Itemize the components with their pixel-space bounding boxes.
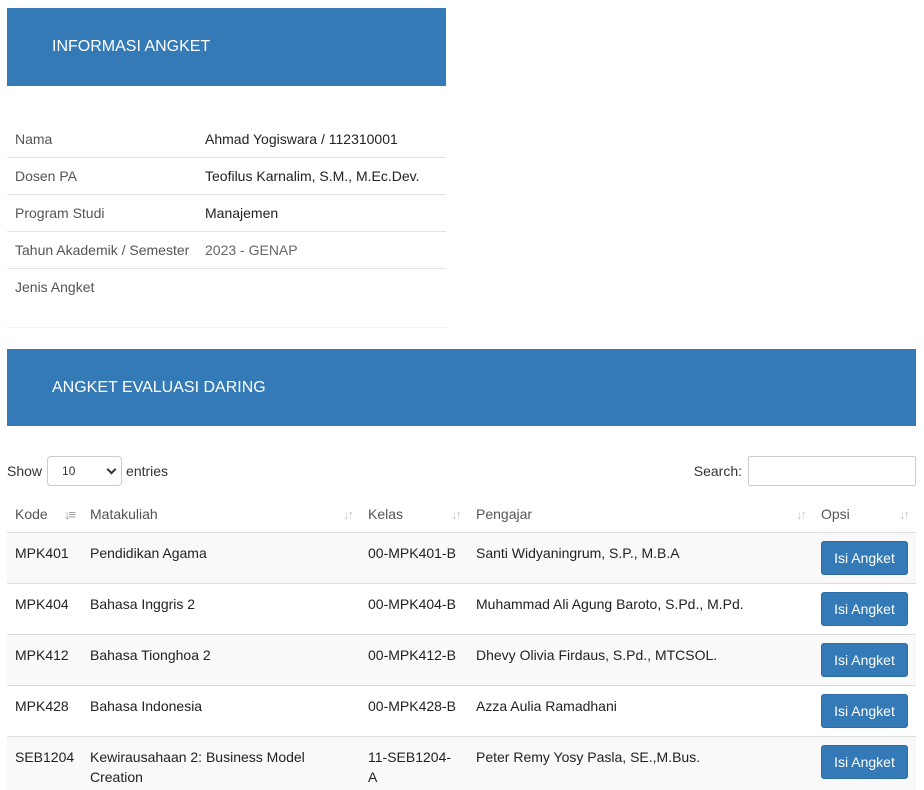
chevron-down-icon xyxy=(106,464,117,474)
table-row: MPK412 Bahasa Tionghoa 2 00-MPK412-B Dhe… xyxy=(7,635,916,686)
sort-arrows-icon: ↓↑ xyxy=(451,507,462,522)
search-label: Search: xyxy=(693,463,742,479)
info-panel-header: INFORMASI ANGKET xyxy=(7,8,446,86)
info-value: Teofilus Karnalim, S.M., M.Ec.Dev. xyxy=(205,168,420,184)
table-row: SEB1204 Kewirausahaan 2: Business Model … xyxy=(7,737,916,790)
column-header-label: Matakuliah xyxy=(90,506,158,522)
sort-amount-down-icon: ↓≡ xyxy=(63,507,76,522)
cell-kode: SEB1204 xyxy=(15,749,75,765)
cell-matakuliah: Pendidikan Agama xyxy=(90,545,207,561)
cell-matakuliah: Bahasa Indonesia xyxy=(90,698,203,714)
info-value: 2023 - GENAP xyxy=(205,242,298,258)
cell-opsi: Isi Angket xyxy=(813,686,916,736)
entries-select-value: 10 xyxy=(62,464,76,478)
info-row-tahun-akademik: Tahun Akademik / Semester 2023 - GENAP xyxy=(7,232,446,269)
table-row: MPK428 Bahasa Indonesia 00-MPK428-B Azza… xyxy=(7,686,916,737)
cell-kode: MPK401 xyxy=(15,545,69,561)
cell-matakuliah: Bahasa Inggris 2 xyxy=(90,596,196,612)
sort-arrows-icon: ↓↑ xyxy=(343,507,354,522)
column-header-label: Pengajar xyxy=(476,506,533,522)
cell-opsi: Isi Angket xyxy=(813,533,916,583)
cell-matakuliah: Kewirausahaan 2: Business Model Creation xyxy=(90,749,305,785)
info-label: Jenis Angket xyxy=(15,279,95,295)
column-header-opsi[interactable]: Opsi ↓↑ xyxy=(813,496,916,532)
cell-kelas: 00-MPK401-B xyxy=(368,545,456,561)
table-controls: Show 10 entries Search: xyxy=(7,456,916,486)
isi-angket-button[interactable]: Isi Angket xyxy=(821,541,908,575)
column-header-pengajar[interactable]: Pengajar ↓↑ xyxy=(468,496,813,532)
search-control: Search: xyxy=(694,456,916,486)
cell-kode: MPK412 xyxy=(15,647,69,663)
survey-table: Kode ↓≡ Matakuliah ↓↑ Kelas ↓↑ Pengajar … xyxy=(7,496,916,790)
eval-panel-header: ANGKET EVALUASI DARING xyxy=(7,349,916,426)
isi-angket-button[interactable]: Isi Angket xyxy=(821,592,908,626)
entries-label: entries xyxy=(126,463,169,479)
info-row-program-studi: Program Studi Manajemen xyxy=(7,195,446,232)
column-header-label: Kelas xyxy=(368,506,404,522)
cell-pengajar: Peter Remy Yosy Pasla, SE.,M.Bus. xyxy=(476,749,701,765)
eval-panel-title: ANGKET EVALUASI DARING xyxy=(52,378,266,396)
entries-select[interactable]: 10 xyxy=(47,456,123,486)
cell-pengajar: Dhevy Olivia Firdaus, S.Pd., MTCSOL. xyxy=(476,647,718,663)
info-label: Dosen PA xyxy=(15,168,77,184)
cell-kelas: 00-MPK412-B xyxy=(368,647,456,663)
info-row-jenis-angket: Jenis Angket xyxy=(7,269,446,328)
cell-kelas: 00-MPK404-B xyxy=(368,596,456,612)
cell-opsi: Isi Angket xyxy=(813,737,916,790)
column-header-kelas[interactable]: Kelas ↓↑ xyxy=(360,496,468,532)
sort-arrows-icon: ↓↑ xyxy=(899,507,910,522)
info-label: Tahun Akademik / Semester xyxy=(15,242,190,258)
isi-angket-button[interactable]: Isi Angket xyxy=(821,694,908,728)
isi-angket-button[interactable]: Isi Angket xyxy=(821,745,908,779)
cell-opsi: Isi Angket xyxy=(813,635,916,685)
info-table: Nama Ahmad Yogiswara / 112310001 Dosen P… xyxy=(7,121,446,328)
info-row-nama: Nama Ahmad Yogiswara / 112310001 xyxy=(7,121,446,158)
isi-angket-button[interactable]: Isi Angket xyxy=(821,643,908,677)
info-value: Manajemen xyxy=(205,205,279,221)
cell-pengajar: Santi Widyaningrum, S.P., M.B.A xyxy=(476,545,680,561)
info-label: Nama xyxy=(15,131,53,147)
column-header-matakuliah[interactable]: Matakuliah ↓↑ xyxy=(82,496,360,532)
cell-matakuliah: Bahasa Tionghoa 2 xyxy=(90,647,211,663)
sort-arrows-icon: ↓↑ xyxy=(796,507,807,522)
column-header-kode[interactable]: Kode ↓≡ xyxy=(7,496,82,532)
entries-length-control: Show 10 entries xyxy=(7,456,168,486)
cell-opsi: Isi Angket xyxy=(813,584,916,634)
info-value: Ahmad Yogiswara / 112310001 xyxy=(205,131,398,147)
show-label: Show xyxy=(7,463,43,479)
cell-kelas: 11-SEB1204-A xyxy=(368,749,452,785)
info-panel-title: INFORMASI ANGKET xyxy=(52,38,211,55)
table-row: MPK404 Bahasa Inggris 2 00-MPK404-B Muha… xyxy=(7,584,916,635)
info-row-dosen-pa: Dosen PA Teofilus Karnalim, S.M., M.Ec.D… xyxy=(7,158,446,195)
info-label: Program Studi xyxy=(15,205,105,221)
table-header-row: Kode ↓≡ Matakuliah ↓↑ Kelas ↓↑ Pengajar … xyxy=(7,496,916,533)
table-row: MPK401 Pendidikan Agama 00-MPK401-B Sant… xyxy=(7,533,916,584)
cell-pengajar: Muhammad Ali Agung Baroto, S.Pd., M.Pd. xyxy=(476,596,744,612)
cell-kode: MPK404 xyxy=(15,596,69,612)
cell-pengajar: Azza Aulia Ramadhani xyxy=(476,698,617,714)
column-header-label: Kode xyxy=(15,506,48,522)
cell-kelas: 00-MPK428-B xyxy=(368,698,456,714)
search-input[interactable] xyxy=(748,456,916,486)
column-header-label: Opsi xyxy=(821,506,850,522)
cell-kode: MPK428 xyxy=(15,698,69,714)
